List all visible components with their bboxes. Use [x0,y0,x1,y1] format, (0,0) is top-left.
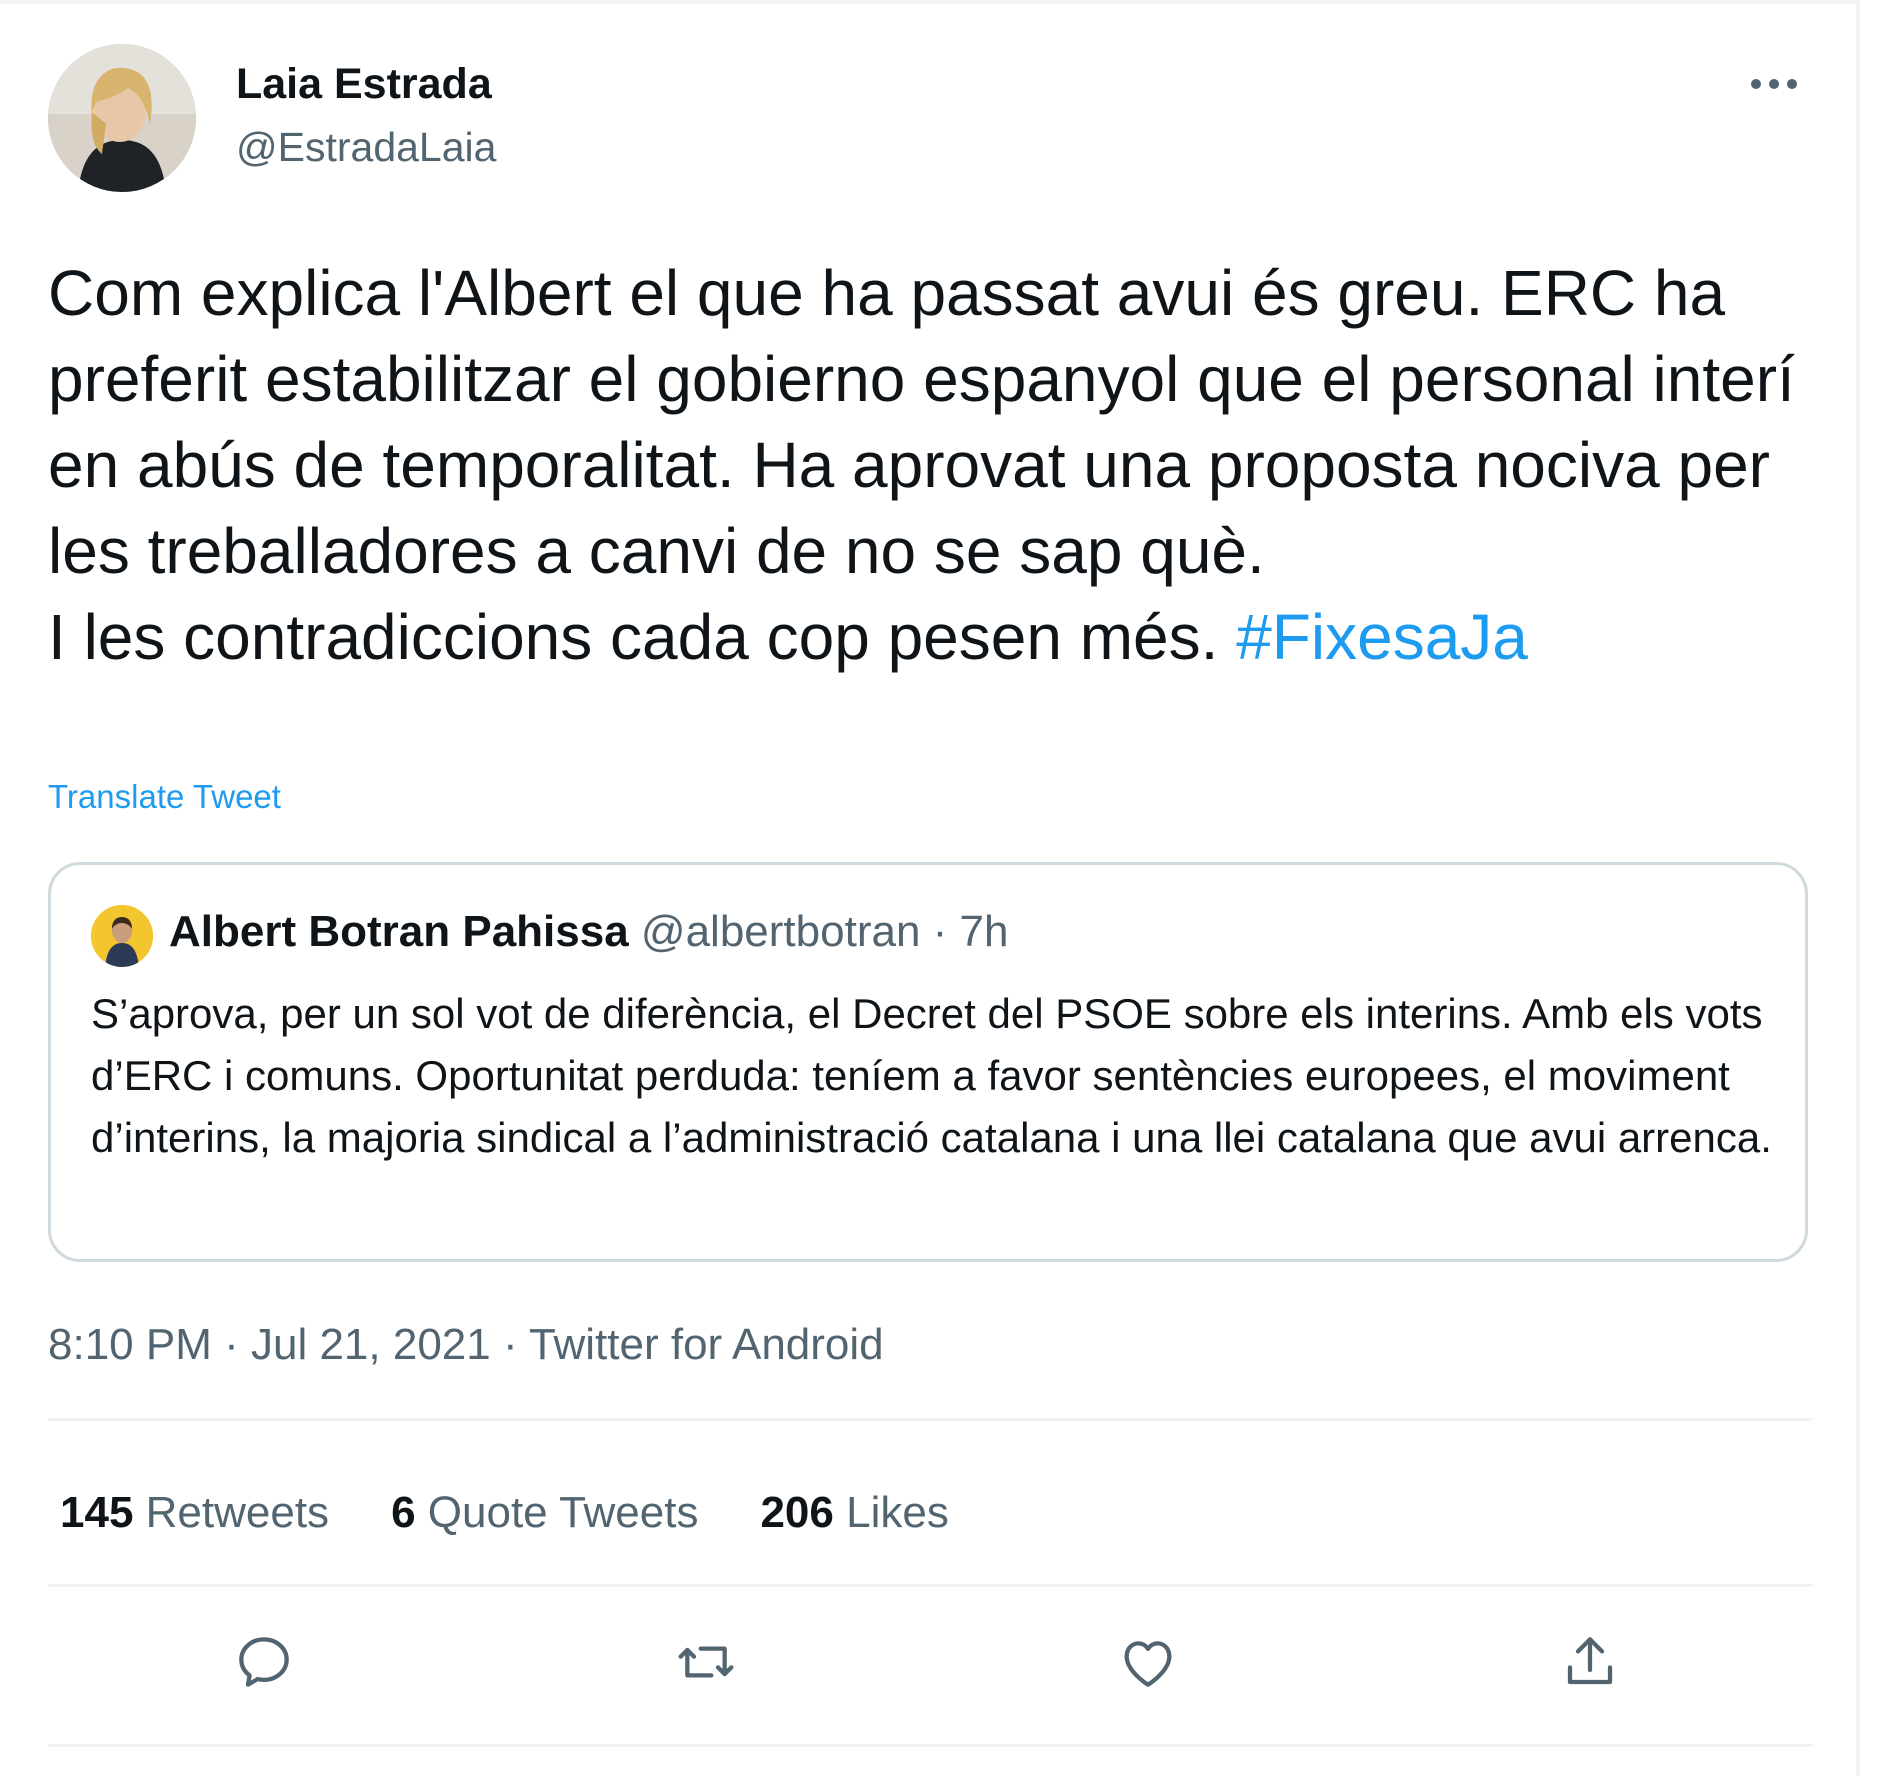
more-dots-icon [1751,79,1797,89]
tweet-meta: 8:10 PM · Jul 21, 2021 · Twitter for And… [48,1320,884,1370]
quote-tweets-count: 6 [391,1488,416,1537]
quoted-separator: · [920,907,960,956]
share-button[interactable] [1554,1626,1626,1698]
divider-middle [48,1584,1812,1587]
share-icon [1567,1637,1613,1685]
quote-tweets-label: Quote Tweets [415,1488,699,1537]
quoted-author-handle: @albertbotran [640,907,921,956]
translate-tweet-link[interactable]: Translate Tweet [48,778,281,816]
quoted-author-name: Albert Botran Pahissa [169,907,629,956]
retweets-stat[interactable]: 145 Retweets [60,1488,329,1538]
tweet-source[interactable]: Twitter for Android [529,1320,884,1369]
tweet-body: Com explica l'Albert el que ha passat av… [48,257,1795,673]
tweet-date[interactable]: Jul 21, 2021 [251,1320,491,1369]
likes-stat[interactable]: 206 Likes [760,1488,948,1538]
author-avatar[interactable] [48,44,196,192]
quoted-tweet-time: 7h [959,907,1009,956]
meta-separator: · [211,1320,251,1369]
author-name[interactable]: Laia Estrada [236,60,492,109]
author-handle[interactable]: @EstradaLaia [236,124,496,171]
retweet-icon [678,1646,734,1678]
quoted-tweet-header: Albert Botran Pahissa @albertbotran · 7h [169,907,1008,957]
likes-count: 206 [760,1488,834,1537]
tweet: Laia Estrada @EstradaLaia Com explica l'… [48,0,1812,1776]
likes-label: Likes [833,1488,949,1537]
quoted-author-avatar [91,905,153,967]
tweet-stats: 145 Retweets 6 Quote Tweets 206 Likes [60,1488,949,1538]
action-bar [48,1600,1812,1724]
retweets-label: Retweets [133,1488,330,1537]
reply-icon [239,1637,289,1687]
retweet-button[interactable] [670,1626,742,1698]
quote-tweets-stat[interactable]: 6 Quote Tweets [391,1488,698,1538]
tweet-time[interactable]: 8:10 PM [48,1320,212,1369]
tweet-text: Com explica l'Albert el que ha passat av… [48,250,1812,680]
divider-bottom [48,1744,1812,1747]
quoted-tweet-text: S’aprova, per un sol vot de diferència, … [91,990,1772,1161]
like-button[interactable] [1112,1626,1184,1698]
divider-top [48,1418,1812,1421]
hashtag-link[interactable]: #FixesaJa [1236,601,1528,673]
more-options-button[interactable] [1744,62,1804,106]
meta-separator-2: · [490,1320,530,1369]
right-border [1856,0,1860,1776]
quoted-tweet[interactable]: Albert Botran Pahissa @albertbotran · 7h… [48,862,1808,1262]
reply-button[interactable] [228,1626,300,1698]
retweets-count: 145 [60,1488,134,1537]
like-icon [1124,1641,1172,1687]
